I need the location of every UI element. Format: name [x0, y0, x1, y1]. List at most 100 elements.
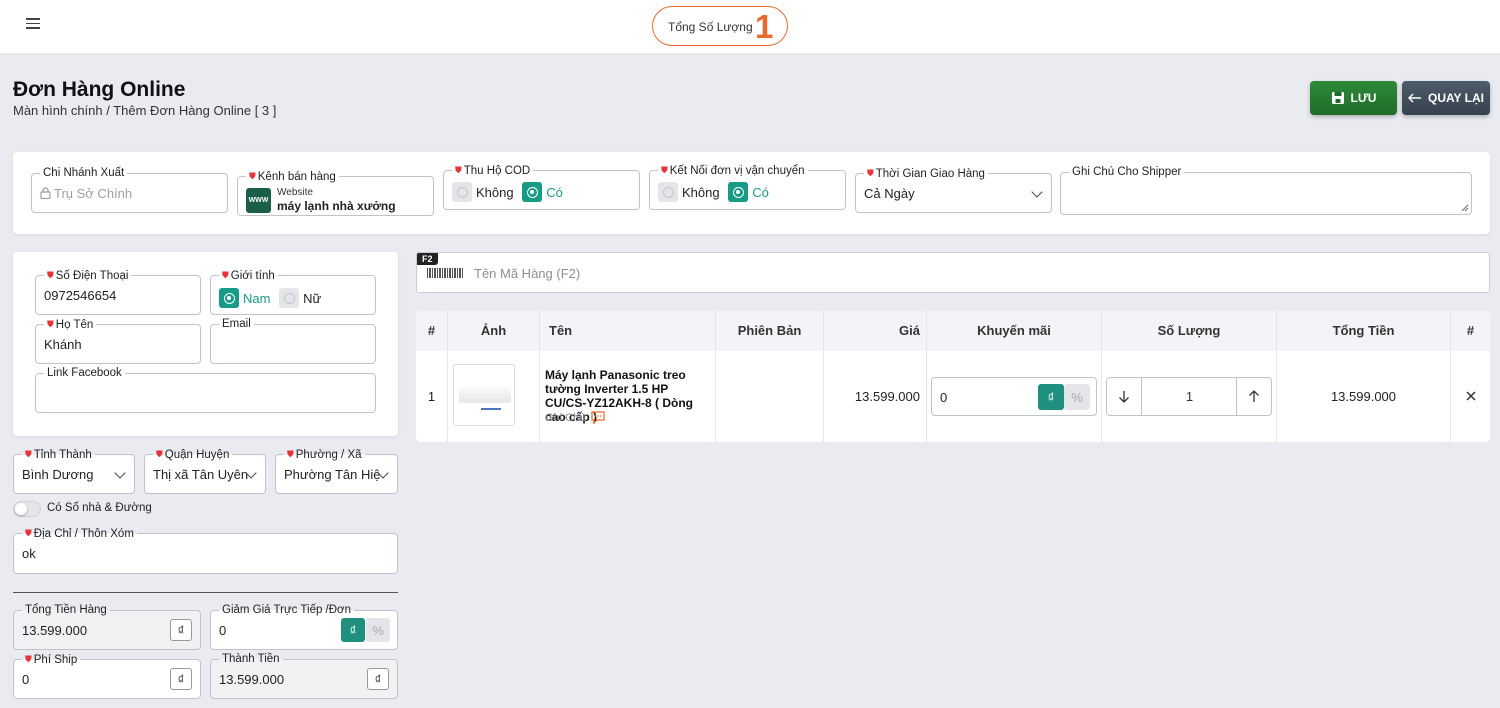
delivery-time-value: Cả Ngày	[864, 186, 915, 201]
shipper-note-textarea[interactable]: Ghi Chú Cho Shipper	[1060, 165, 1472, 215]
discount-field[interactable]: Giảm Giá Trực Tiếp /Đơn 0 ₫ %	[210, 603, 398, 650]
shipping-yes-label: Có	[752, 184, 769, 200]
currency-icon: ₫	[170, 668, 192, 690]
arrow-down-icon	[1119, 391, 1129, 403]
product-search-input[interactable]: F2 Tên Mã Hàng (F2)	[416, 252, 1490, 293]
resize-handle-icon[interactable]	[1461, 204, 1469, 212]
order-info-card: Chi Nhánh Xuất Trụ Sở Chính ⛊ Kênh bán hà…	[13, 152, 1490, 234]
product-thumbnail[interactable]	[453, 364, 515, 426]
cod-no-label: Không	[476, 184, 514, 200]
close-icon[interactable]	[1466, 391, 1476, 401]
street-number-toggle-label: Có Số nhà & Đường	[47, 502, 152, 514]
shipping-connect-label: ⛊ Kết Nối đơn vị vận chuyển	[658, 163, 808, 178]
quantity-input[interactable]: 1	[1142, 377, 1237, 416]
phone-value: 0972546654	[44, 288, 117, 303]
shipping-no-radio[interactable]	[658, 182, 678, 202]
promo-input[interactable]: 0 ₫ %	[931, 377, 1097, 416]
back-button-label: QUAY LẠI	[1427, 91, 1484, 105]
total-quantity-label: Tổng Số Lượng	[668, 20, 753, 34]
gender-male-radio[interactable]	[219, 288, 239, 308]
col-header-quantity: Số Lượng	[1102, 311, 1277, 351]
subtotal-value: 13.599.000	[22, 623, 88, 638]
comment-icon	[591, 411, 606, 425]
back-button[interactable]: QUAY LẠI	[1402, 81, 1490, 115]
note-link[interactable]: Ghi Chú	[545, 411, 606, 425]
shipping-yes-radio[interactable]	[728, 182, 749, 202]
menu-icon[interactable]	[26, 16, 40, 30]
percent-toggle-button[interactable]: %	[366, 618, 390, 642]
sales-channel-field[interactable]: ⛊ Kênh bán hàng WWW Website máy lạnh nhà …	[237, 169, 434, 216]
row-actions-cell	[1451, 351, 1490, 442]
delivery-time-label: ⛊ Thời Gian Giao Hàng	[864, 166, 988, 181]
branch-value: Trụ Sở Chính	[54, 186, 133, 201]
order-items-table: # Ảnh Tên Phiên Bản Giá Khuyến mãi Số Lư…	[416, 311, 1490, 442]
channel-type: Website	[277, 187, 313, 198]
facebook-field[interactable]: Link Facebook	[35, 366, 376, 413]
chevron-down-icon	[114, 467, 126, 479]
subtotal-field: Tổng Tiền Hàng 13.599.000 ₫	[13, 603, 201, 650]
district-select[interactable]: ⛊ Quận Huyện Thị xã Tân Uyên	[144, 447, 266, 494]
email-field[interactable]: Email	[210, 317, 376, 364]
gender-male-label: Nam	[243, 290, 271, 306]
ward-select[interactable]: ⛊ Phường / Xã Phường Tân Hiệp	[275, 447, 398, 494]
total-quantity-badge: Tổng Số Lượng 1	[652, 6, 788, 46]
row-quantity-cell: 1	[1102, 351, 1277, 442]
top-bar: Tổng Số Lượng 1	[0, 0, 1500, 53]
cod-yes-label: Có	[546, 184, 563, 200]
grand-total-value: 13.599.000	[219, 672, 285, 687]
name-field[interactable]: ⛊ Họ Tên Khánh	[35, 317, 201, 364]
shipping-fee-field[interactable]: ⛊ Phí Ship 0 ₫	[13, 652, 201, 699]
save-icon	[1331, 92, 1344, 104]
province-select[interactable]: ⛊ Tỉnh Thành Bình Dương	[13, 447, 135, 494]
row-index: 1	[416, 351, 448, 442]
currency-icon: ₫	[170, 619, 192, 641]
lock-icon	[40, 187, 51, 200]
total-quantity-value: 1	[755, 8, 774, 45]
phone-label: ⛊ Số Điện Thoại	[44, 268, 132, 283]
arrow-up-icon	[1249, 390, 1259, 402]
promo-currency-button[interactable]: ₫	[1038, 384, 1064, 410]
row-image-cell	[448, 351, 540, 442]
row-price: 13.599.000	[824, 351, 927, 442]
phone-field[interactable]: ⛊ Số Điện Thoại 0972546654	[35, 268, 201, 315]
promo-percent-button[interactable]: %	[1064, 384, 1090, 410]
breadcrumb[interactable]: Màn hình chính / Thêm Đơn Hàng Online [ …	[13, 103, 276, 118]
currency-toggle-button[interactable]: ₫	[341, 618, 365, 642]
page-title: Đơn Hàng Online	[13, 78, 186, 101]
address-value: ok	[22, 546, 36, 561]
delivery-time-select[interactable]: ⛊ Thời Gian Giao Hàng Cả Ngày	[855, 166, 1052, 213]
col-header-price: Giá	[824, 311, 927, 351]
street-number-toggle[interactable]	[13, 501, 41, 517]
ward-value: Phường Tân Hiệp	[284, 467, 380, 482]
note-label: Ghi Chú	[545, 412, 586, 424]
divider	[13, 592, 398, 593]
grand-total-field: Thành Tiền 13.599.000 ₫	[210, 652, 398, 699]
email-label: Email	[219, 317, 254, 331]
address-field[interactable]: ⛊ Địa Chỉ / Thôn Xóm ok	[13, 526, 398, 574]
gender-female-radio[interactable]	[279, 288, 300, 308]
gender-label: ⛊ Giới tính	[219, 268, 278, 283]
district-value: Thị xã Tân Uyên	[153, 467, 249, 482]
col-header-image: Ảnh	[448, 311, 540, 351]
cod-field: ⛊ Thu Hộ COD Không Có	[443, 163, 640, 210]
increase-quantity-button[interactable]	[1236, 377, 1272, 416]
barcode-icon	[427, 268, 463, 278]
province-label: ⛊ Tỉnh Thành	[22, 447, 95, 462]
col-header-total: Tổng Tiền	[1277, 311, 1451, 351]
sales-channel-label: ⛊ Kênh bán hàng	[246, 169, 339, 184]
cod-no-radio[interactable]	[452, 182, 472, 202]
cod-yes-radio[interactable]	[522, 182, 543, 202]
f2-shortcut-badge: F2	[417, 253, 438, 265]
shipping-fee-label: ⛊ Phí Ship	[22, 652, 81, 667]
col-header-index: #	[416, 311, 448, 351]
shipping-fee-value: 0	[22, 672, 30, 687]
col-header-version: Phiên Bản	[716, 311, 824, 351]
decrease-quantity-button[interactable]	[1106, 377, 1142, 416]
branch-field[interactable]: Chi Nhánh Xuất Trụ Sở Chính	[31, 166, 228, 213]
facebook-label: Link Facebook	[44, 366, 125, 380]
website-icon: WWW	[246, 188, 271, 213]
gender-field: ⛊ Giới tính Nam Nữ	[210, 268, 376, 315]
promo-value: 0	[940, 390, 948, 405]
save-button[interactable]: LƯU	[1310, 81, 1397, 115]
discount-label: Giảm Giá Trực Tiếp /Đơn	[219, 603, 354, 617]
